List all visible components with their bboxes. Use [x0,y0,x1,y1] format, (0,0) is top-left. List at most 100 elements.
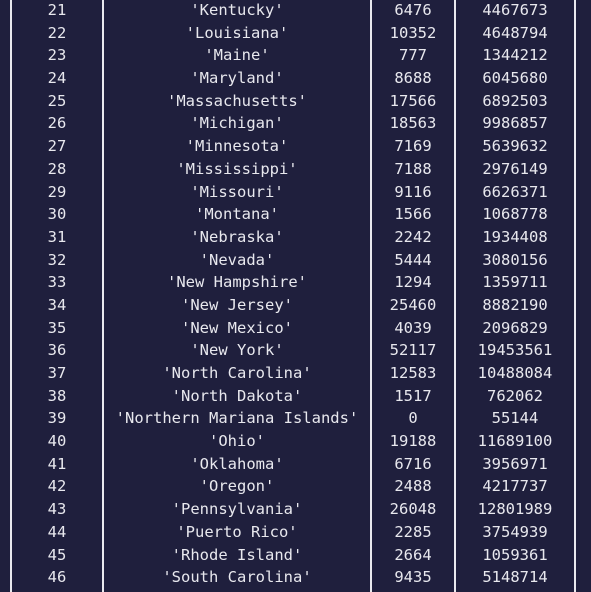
value-b-cell: 1059361 [482,545,548,564]
state-name-cell: 'Mississippi' [176,159,298,178]
value-a-cell: 2242 [394,227,432,246]
state-name-cell: 'Puerto Rico' [176,522,298,541]
table-row: 45 'Rhode Island' 2664 1059361 [0,544,591,567]
state-name-cell: 'Pennsylvania' [171,500,303,519]
row-index-cell: 21 [47,1,67,19]
value-a-cell: 1566 [394,205,432,224]
row-index-cell: 36 [47,341,67,360]
state-name-cell: 'Oklahoma' [190,454,284,473]
state-name-cell: 'Maryland' [190,69,284,88]
table-row: 25 'Massachusetts' 17566 6892503 [0,90,591,113]
value-b-cell: 8882190 [482,295,548,314]
state-name-cell: 'Montana' [195,205,279,224]
value-b-cell: 762062 [487,386,543,405]
table-row: 33 'New Hampshire' 1294 1359711 [0,271,591,294]
table-row: 23 'Maine' 777 1344212 [0,44,591,67]
value-b-cell: 12801989 [477,500,553,519]
table-row: 26 'Michigan' 18563 9986857 [0,112,591,135]
table-row: 34 'New Jersey' 25460 8882190 [0,294,591,317]
value-a-cell: 19188 [389,432,437,451]
row-index-cell: 24 [47,69,67,88]
state-name-cell: 'Maine' [204,46,270,65]
value-b-cell: 11689100 [477,432,553,451]
table-row: 38 'North Dakota' 1517 762062 [0,385,591,408]
row-index-cell: 29 [47,182,67,201]
value-b-cell: 10488084 [477,364,553,382]
state-name-cell: 'Oregon' [199,477,275,496]
table-row: 46 'South Carolina' 9435 5148714 [0,566,591,589]
value-b-cell: 6626371 [482,182,548,201]
table-row: 35 'New Mexico' 4039 2096829 [0,317,591,340]
table-row: 27 'Minnesota' 7169 5639632 [0,135,591,158]
value-b-cell: 1068778 [482,205,548,224]
row-index-cell: 43 [47,500,67,519]
row-index-cell: 33 [47,273,67,292]
row-index-cell: 41 [47,454,67,473]
row-index-cell: 22 [47,23,67,42]
row-index-cell: 27 [47,137,67,156]
value-a-cell: 2664 [394,545,432,564]
value-a-cell: 1294 [394,273,432,292]
state-name-cell: 'Kentucky' [190,1,284,19]
state-name-cell: 'South Carolina' [162,568,312,587]
value-a-cell: 26048 [389,500,437,519]
value-a-cell: 6476 [394,1,432,19]
table-row: 44 'Puerto Rico' 2285 3754939 [0,521,591,544]
row-index-cell: 30 [47,205,67,224]
row-index-cell: 45 [47,545,67,564]
value-b-cell: 1934408 [482,227,548,246]
table-row: 43 'Pennsylvania' 26048 12801989 [0,498,591,521]
value-b-cell: 5639632 [482,137,548,156]
value-b-cell: 3754939 [482,522,548,541]
state-name-cell: 'New Mexico' [181,318,293,337]
table-row: 28 'Mississippi' 7188 2976149 [0,158,591,181]
row-index-cell: 42 [47,477,67,496]
state-name-cell: 'Massachusetts' [167,91,307,110]
value-a-cell: 2488 [394,477,432,496]
value-a-cell: 12583 [389,364,437,382]
value-a-cell: 9116 [394,182,432,201]
state-name-cell: 'North Dakota' [171,386,303,405]
table-row: 41 'Oklahoma' 6716 3956971 [0,453,591,476]
table-row: 40 'Ohio' 19188 11689100 [0,430,591,453]
value-a-cell: 8688 [394,69,432,88]
value-a-cell: 18563 [389,114,437,133]
row-index-cell: 34 [47,295,67,314]
row-index-cell: 37 [47,364,67,382]
state-name-cell: 'Missouri' [190,182,284,201]
table-row: 31 'Nebraska' 2242 1934408 [0,226,591,249]
value-a-cell: 9435 [394,568,432,587]
value-b-cell: 3080156 [482,250,548,269]
value-a-cell: 5444 [394,250,432,269]
row-index-cell: 26 [47,114,67,133]
state-name-cell: 'New York' [190,341,284,360]
state-name-cell: 'Rhode Island' [171,545,303,564]
row-index-cell: 32 [47,250,67,269]
value-b-cell: 4648794 [482,23,548,42]
value-a-cell: 6716 [394,454,432,473]
value-b-cell: 2096829 [482,318,548,337]
value-b-cell: 4217737 [482,477,548,496]
table-row: 22 'Louisiana' 10352 4648794 [0,22,591,45]
table-row: 21 'Kentucky' 6476 4467673 [0,0,591,22]
value-a-cell: 10352 [389,23,437,42]
value-a-cell: 25460 [389,295,437,314]
state-name-cell: 'New Hampshire' [167,273,307,292]
value-a-cell: 52117 [389,341,437,360]
value-b-cell: 6892503 [482,91,548,110]
terminal-output: 21 'Kentucky' 6476 4467673 22 'Louisiana' 1035… [0,0,591,592]
value-a-cell: 0 [408,409,418,428]
table-row: 37 'North Carolina' 12583 10488084 [0,362,591,385]
state-name-cell: 'Nebraska' [190,227,284,246]
value-a-cell: 1517 [394,386,432,405]
value-a-cell: 7188 [394,159,432,178]
state-name-cell: 'North Carolina' [162,364,312,382]
table-row: 29 'Missouri' 9116 6626371 [0,181,591,204]
table-row: 39 'Northern Mariana Islands' 0 55144 [0,407,591,430]
value-b-cell: 9986857 [482,114,548,133]
value-a-cell: 7169 [394,137,432,156]
table-row: 30 'Montana' 1566 1068778 [0,203,591,226]
value-a-cell: 2285 [394,522,432,541]
value-b-cell: 2976149 [482,159,548,178]
row-index-cell: 25 [47,91,67,110]
